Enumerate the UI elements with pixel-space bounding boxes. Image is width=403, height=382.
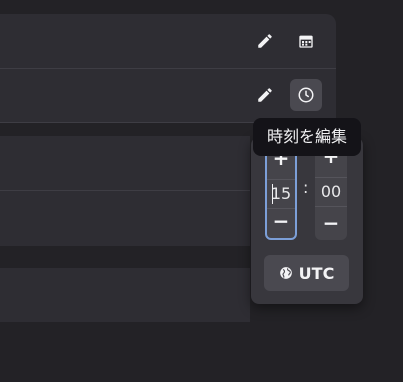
hours-decrement-button[interactable]: − [267, 211, 295, 231]
globe-icon [279, 267, 292, 279]
calendar-button[interactable] [290, 25, 322, 57]
minutes-value: 00 [320, 182, 342, 201]
date-row [0, 14, 336, 69]
list-panel-bottom [0, 268, 250, 322]
clock-icon [298, 87, 314, 103]
time-separator: : [303, 178, 309, 197]
text-caret [272, 184, 273, 204]
calendar-icon [299, 35, 313, 48]
time-row [0, 68, 336, 123]
pencil-icon [258, 88, 272, 102]
minutes-decrement-button[interactable]: − [315, 213, 347, 233]
edit-date-button[interactable] [249, 25, 281, 57]
tooltip: 時刻を編集 [253, 118, 361, 156]
clock-button[interactable] [290, 79, 322, 111]
minutes-input[interactable]: 00 [315, 177, 347, 207]
list-panel [0, 136, 250, 246]
settings-panel [0, 14, 336, 123]
row-divider [0, 190, 250, 191]
hours-input[interactable]: 15 [267, 179, 295, 209]
edit-time-button[interactable] [249, 79, 281, 111]
timezone-label: UTC [298, 263, 335, 283]
pencil-icon [258, 34, 272, 48]
timezone-button[interactable]: UTC [264, 255, 349, 291]
hours-value: 15 [270, 184, 292, 203]
time-picker-popover: + 15 − : + 00 − UTC [251, 137, 363, 304]
